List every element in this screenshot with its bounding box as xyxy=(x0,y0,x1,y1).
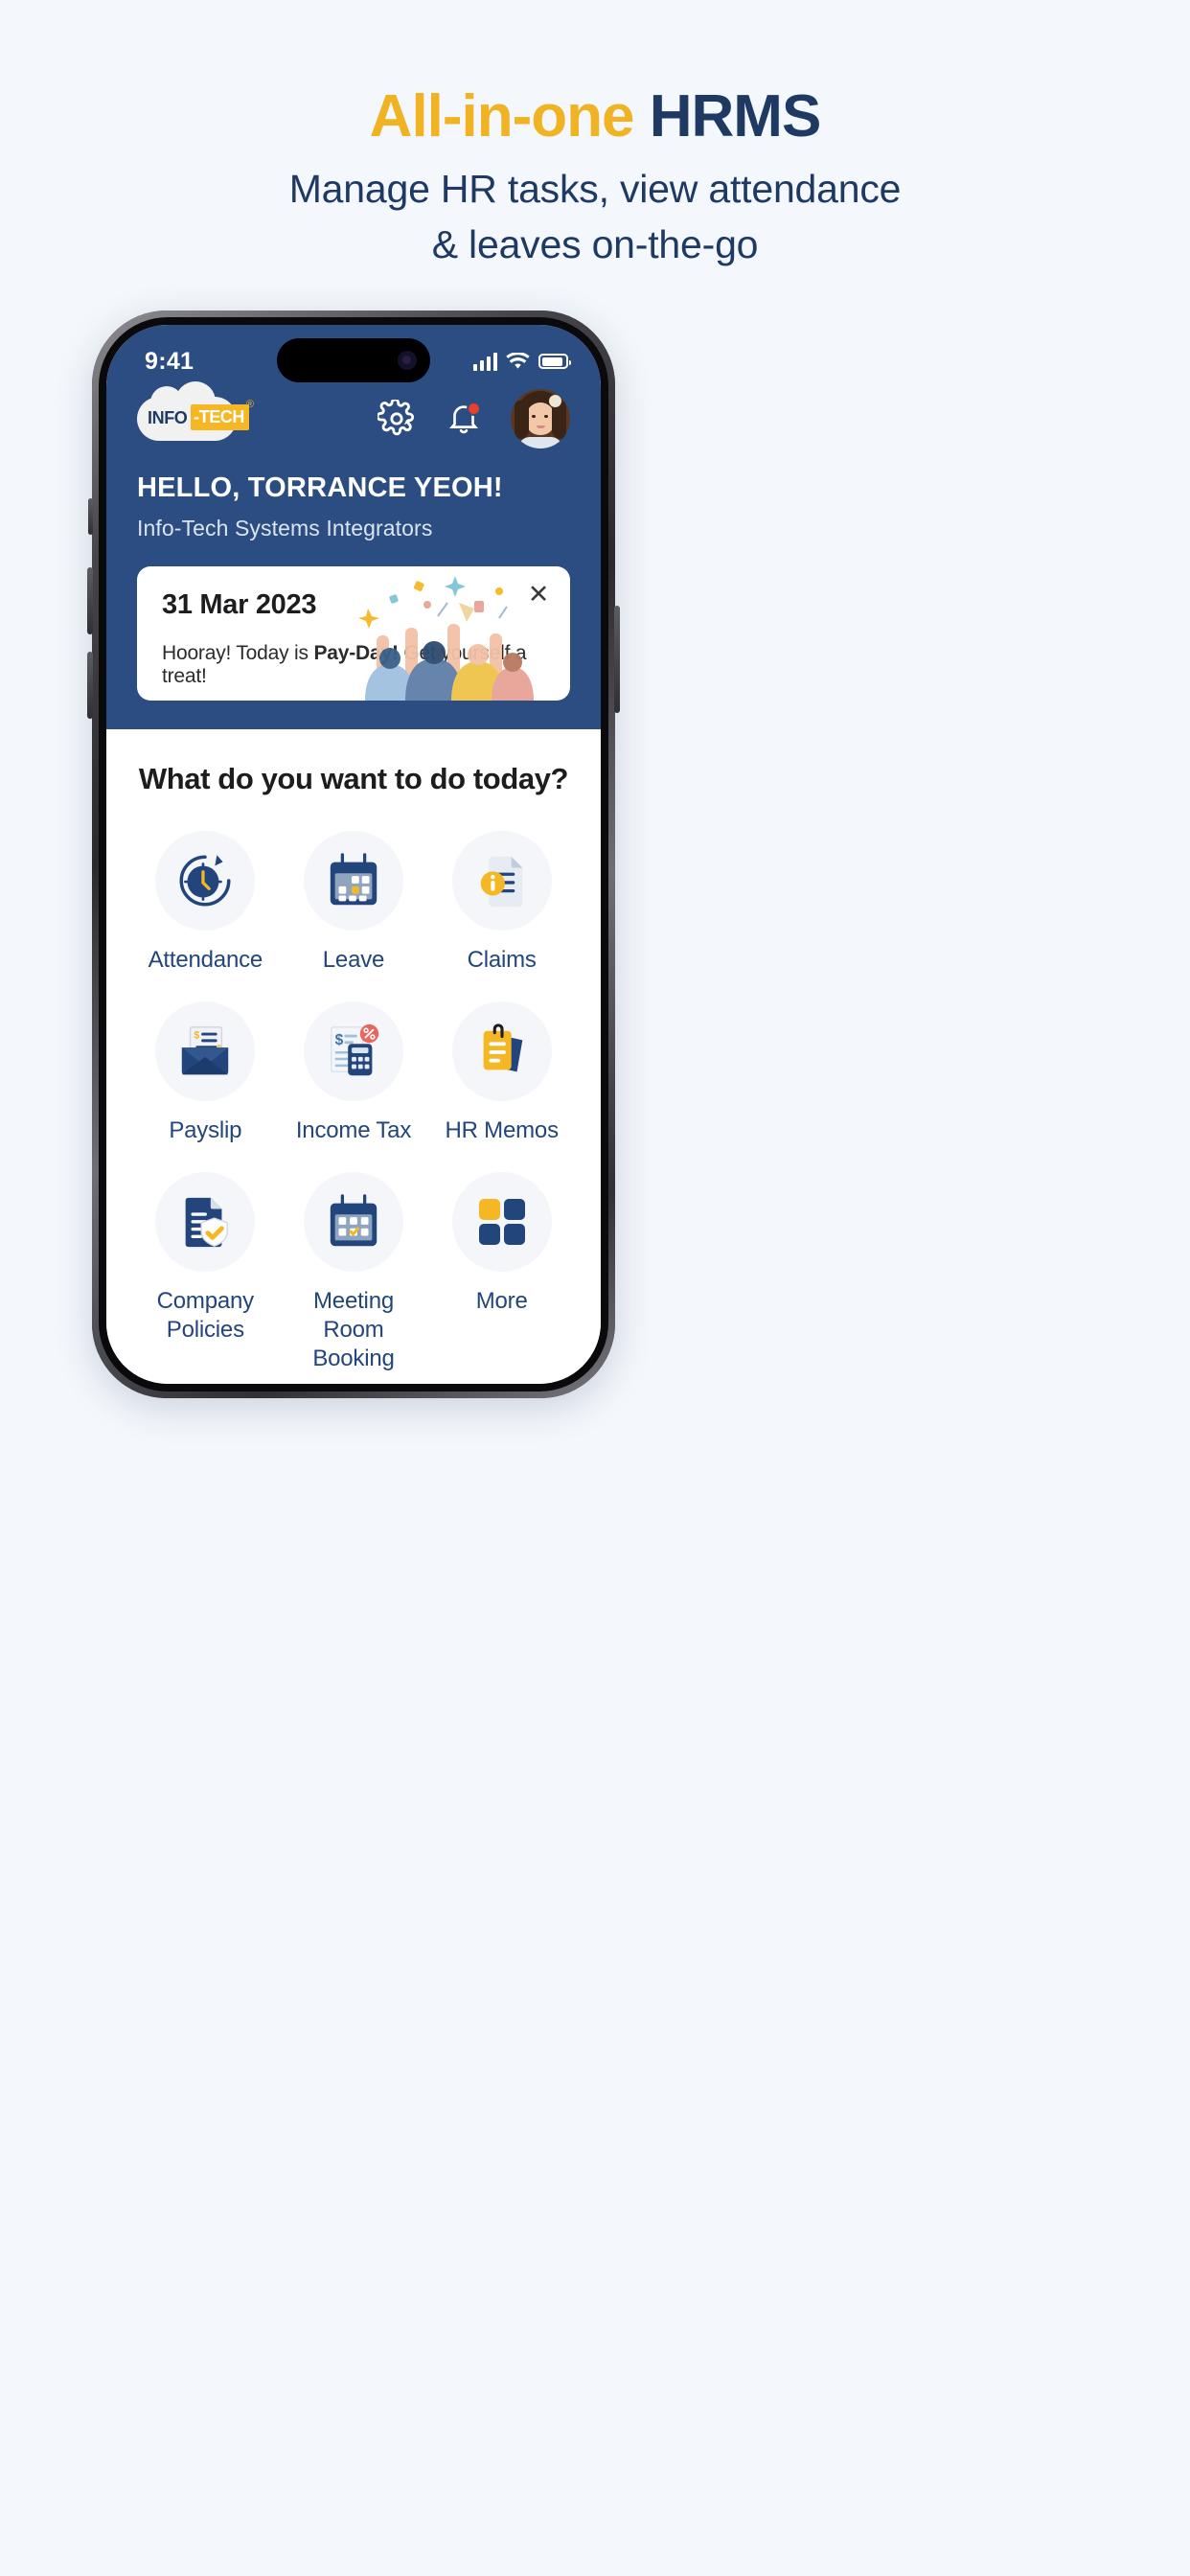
app-header-row: INFO -TECH ® xyxy=(137,381,570,453)
tile-icon-wrap xyxy=(155,1172,256,1272)
tile-label: Meeting Room Booking xyxy=(280,1287,428,1373)
tile-label: Attendance xyxy=(148,947,263,973)
company-name: Info-Tech Systems Integrators xyxy=(137,516,433,540)
logo-tech-text: -TECH xyxy=(191,404,249,430)
gear-icon xyxy=(378,400,414,436)
cellular-signal-icon xyxy=(472,352,497,371)
tile-icon-wrap xyxy=(451,831,552,931)
calendar-icon xyxy=(330,853,378,906)
status-bar: 9:41 xyxy=(106,325,601,384)
subhead-line-2: & leaves on-the-go xyxy=(431,222,759,267)
silent-switch[interactable] xyxy=(88,498,93,535)
tile-payslip[interactable]: $ $ Payslip xyxy=(131,996,280,1159)
memo-clipboard-icon xyxy=(483,1024,522,1072)
volume-down-button[interactable] xyxy=(87,652,93,719)
tile-meeting-room-booking[interactable]: Meeting Room Booking xyxy=(280,1166,428,1384)
page-subhead: Manage HR tasks, view attendance & leave… xyxy=(0,161,1190,272)
tile-icon-wrap xyxy=(303,1172,403,1272)
tile-leave[interactable]: Leave xyxy=(280,825,428,988)
tile-icon-wrap xyxy=(155,831,256,931)
document-shield-check-icon xyxy=(185,1197,229,1248)
infotech-logo[interactable]: INFO -TECH ® xyxy=(137,381,256,445)
front-camera-icon xyxy=(398,351,417,370)
tile-claims[interactable]: Claims xyxy=(427,825,576,988)
tile-label-line1: Meeting xyxy=(313,1288,394,1314)
tile-label: Payslip xyxy=(169,1117,242,1143)
phone-mockup: 9:41 INFO -TECH ® HELLO, TORRANCE YEOH! … xyxy=(87,310,620,1398)
subhead-line-1: Manage HR tasks, view attendance xyxy=(288,167,902,211)
tile-label-line2: Policies xyxy=(166,1317,244,1343)
page-headline: All-in-one HRMS xyxy=(0,83,1190,150)
close-button[interactable]: ✕ xyxy=(522,578,555,610)
header-actions xyxy=(377,389,570,448)
headline-accent: All-in-one xyxy=(369,83,635,150)
document-info-icon xyxy=(480,856,522,908)
notifications-button[interactable] xyxy=(444,399,484,439)
page-title: What do you want to do today? xyxy=(138,762,569,795)
status-indicators xyxy=(472,352,571,371)
tile-company-policies[interactable]: Company Policies xyxy=(131,1166,280,1384)
logo-info-text: INFO xyxy=(148,408,188,427)
celebration-illustration xyxy=(358,576,534,701)
battery-icon xyxy=(538,354,571,369)
phone-screen: 9:41 INFO -TECH ® HELLO, TORRANCE YEOH! … xyxy=(106,325,601,1384)
tile-label: HR Memos xyxy=(445,1117,559,1143)
payday-card[interactable]: 31 Mar 2023 Hooray! Today is Pay-Day! Ge… xyxy=(137,566,570,701)
tile-label: Leave xyxy=(322,947,385,973)
wifi-icon xyxy=(506,352,530,369)
tile-income-tax[interactable]: $ Income Tax xyxy=(280,996,428,1159)
settings-button[interactable] xyxy=(377,399,417,439)
power-button[interactable] xyxy=(614,606,620,713)
payday-message-pre: Hooray! Today is xyxy=(162,642,314,664)
calendar-check-icon xyxy=(330,1194,378,1247)
grid-four-squares-icon xyxy=(478,1199,525,1245)
notification-badge xyxy=(467,402,481,416)
tile-more[interactable]: More xyxy=(427,1166,576,1384)
avatar[interactable] xyxy=(511,389,570,448)
tile-icon-wrap xyxy=(451,1172,552,1272)
tile-label: More xyxy=(475,1288,528,1314)
clock-history-icon xyxy=(179,855,231,907)
tile-icon-wrap: $ xyxy=(303,1001,403,1101)
svg-text:$: $ xyxy=(195,1029,200,1041)
tile-label-line2: Room Booking xyxy=(312,1317,395,1371)
status-clock: 9:41 xyxy=(145,347,195,375)
calculator-percent-icon: $ xyxy=(331,1024,379,1076)
tile-icon-wrap xyxy=(303,831,403,931)
app-header: INFO -TECH ® HELLO, TORRANCE YEOH! Info-… xyxy=(106,381,601,729)
tile-label-line1: Company xyxy=(156,1288,255,1314)
action-grid: Attendance Leave Claims $ Payslip $ Inco… xyxy=(106,825,601,1384)
svg-text:$: $ xyxy=(335,1032,344,1048)
headline-rest: HRMS xyxy=(649,83,822,150)
promo-page: All-in-one HRMS Manage HR tasks, view at… xyxy=(0,0,1190,2576)
registered-mark: ® xyxy=(245,399,254,410)
greeting-text: HELLO, TORRANCE YEOH! xyxy=(137,472,503,503)
tile-label: Claims xyxy=(467,947,537,973)
tile-label: Income Tax xyxy=(295,1117,412,1143)
tile-icon-wrap xyxy=(451,1001,552,1101)
dynamic-island xyxy=(277,338,430,382)
volume-up-button[interactable] xyxy=(87,567,93,634)
envelope-payslip-icon: $ $ xyxy=(182,1026,229,1075)
tile-hr-memos[interactable]: HR Memos xyxy=(427,996,576,1159)
tile-label: Company Policies xyxy=(156,1287,255,1345)
tile-icon-wrap: $ $ xyxy=(155,1001,256,1101)
main-content: What do you want to do today? Attendance… xyxy=(106,729,601,1384)
tile-attendance[interactable]: Attendance xyxy=(131,825,280,988)
